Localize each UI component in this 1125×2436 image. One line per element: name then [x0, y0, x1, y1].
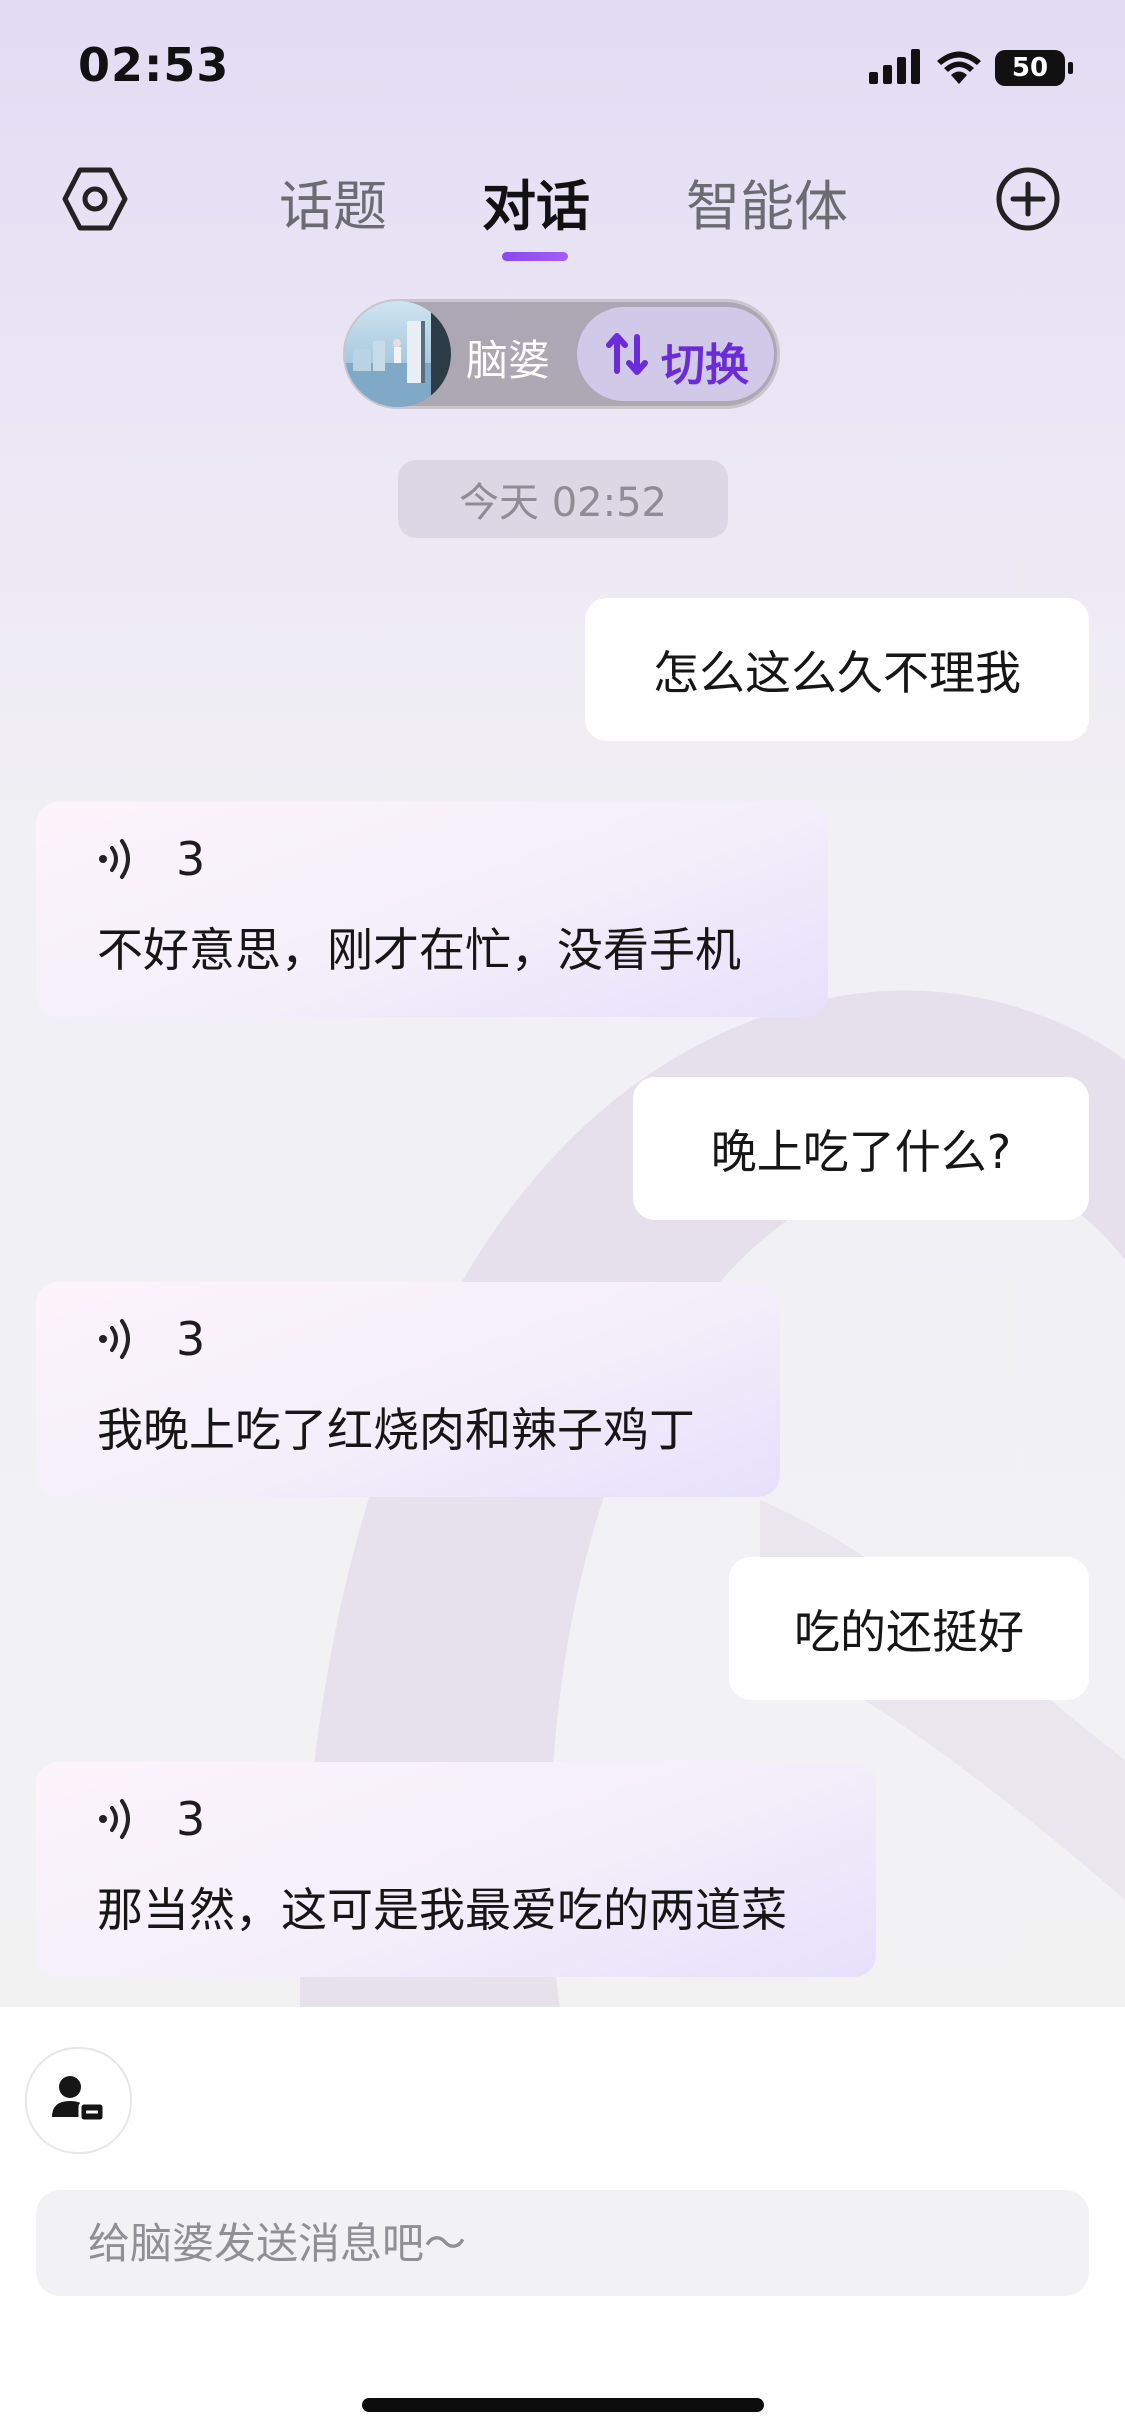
- wifi-icon: [937, 51, 981, 84]
- assistant-message-text: 我晚上吃了红烧肉和辣子鸡丁: [97, 1403, 695, 1457]
- switch-label: 切换: [661, 340, 749, 391]
- audio-duration: 3: [176, 1312, 206, 1366]
- status-icons: 50: [869, 48, 1079, 88]
- user-message[interactable]: 怎么这么久不理我: [585, 598, 1089, 741]
- plus-circle-icon[interactable]: [995, 166, 1061, 232]
- avatar[interactable]: [345, 301, 451, 407]
- assistant-message[interactable]: 3 不好意思，刚才在忙，没看手机: [36, 802, 828, 1017]
- tab-topics[interactable]: 话题: [279, 162, 387, 241]
- assistant-message-text: 不好意思，刚才在忙，没看手机: [97, 923, 741, 977]
- person-badge-icon: [52, 2076, 106, 2123]
- user-message[interactable]: 吃的还挺好: [729, 1557, 1089, 1700]
- active-tab-indicator: [502, 252, 568, 261]
- agent-switcher: 脑婆 切换: [343, 299, 780, 409]
- hexagon-settings-icon[interactable]: [62, 166, 128, 232]
- cellular-signal-icon: [869, 49, 920, 84]
- home-indicator: [362, 2398, 764, 2412]
- status-time: 02:53: [78, 38, 230, 92]
- audio-wave-icon[interactable]: [98, 1318, 134, 1360]
- chat-screen: 02:53 50 话题 对话 智能体 脑婆 切换 今天 02:52 怎么这么久不…: [0, 0, 1125, 2436]
- agent-name: 脑婆: [466, 336, 551, 385]
- audio-wave-icon[interactable]: [98, 838, 134, 880]
- message-input[interactable]: [36, 2190, 1089, 2296]
- swap-arrows-icon: [606, 333, 648, 375]
- tab-agents[interactable]: 智能体: [686, 162, 848, 241]
- chat-timestamp: 今天 02:52: [398, 460, 728, 538]
- assistant-message-text: 那当然，这可是我最爱吃的两道菜: [97, 1883, 787, 1937]
- battery-level: 50: [1011, 53, 1049, 83]
- audio-duration: 3: [176, 832, 206, 886]
- voice-input-button[interactable]: [25, 2047, 132, 2154]
- audio-wave-icon[interactable]: [98, 1798, 134, 1840]
- assistant-message[interactable]: 3 我晚上吃了红烧肉和辣子鸡丁: [36, 1282, 780, 1497]
- user-message[interactable]: 晚上吃了什么?: [633, 1077, 1089, 1220]
- switch-agent-button[interactable]: 切换: [577, 307, 774, 401]
- audio-duration: 3: [176, 1792, 206, 1846]
- assistant-message[interactable]: 3 那当然，这可是我最爱吃的两道菜: [36, 1762, 876, 1977]
- tab-chat[interactable]: 对话: [482, 162, 590, 241]
